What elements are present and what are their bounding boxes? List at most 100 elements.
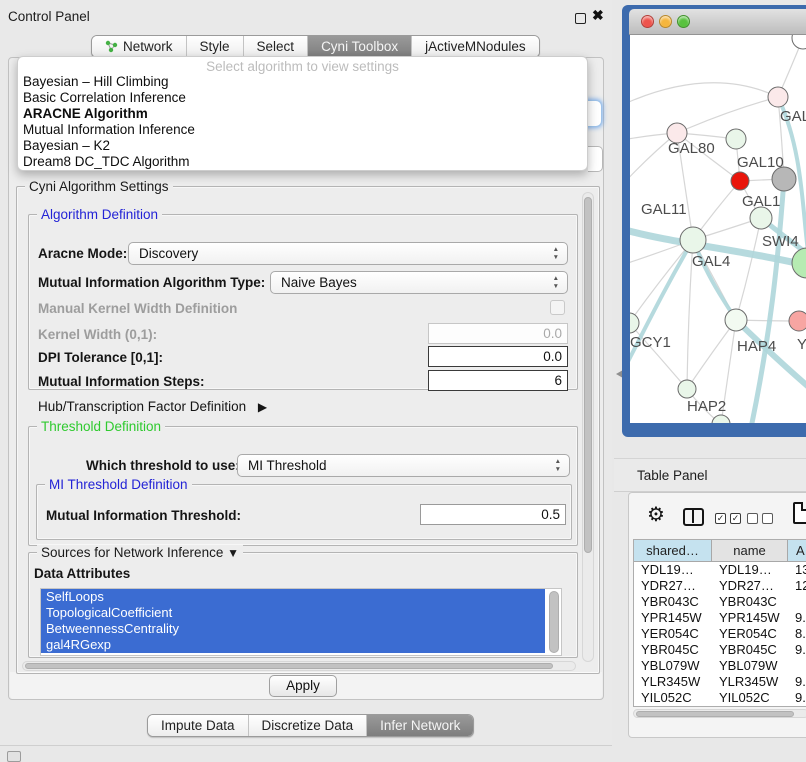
algorithm-option[interactable]: Mutual Information Inference — [18, 122, 587, 138]
table-cell[interactable]: YDL19… — [634, 562, 712, 578]
table-cell[interactable]: YLR345W — [634, 674, 712, 690]
table-cell[interactable] — [788, 658, 806, 674]
table-hscrollbar-thumb[interactable] — [636, 711, 794, 717]
column-header-clipped[interactable]: A — [788, 540, 806, 562]
node-bottom[interactable] — [712, 415, 730, 423]
settings-scrollbar-track[interactable] — [582, 192, 594, 662]
table-cell[interactable]: YBL079W — [712, 658, 788, 674]
deselect-all-icon[interactable] — [747, 513, 773, 524]
attribute-item[interactable]: gal4RGexp — [41, 637, 545, 653]
mi-steps-field[interactable]: 6 — [428, 370, 568, 391]
collapsed-panel-icon[interactable] — [7, 751, 21, 762]
network-edge[interactable] — [687, 320, 736, 389]
network-edge[interactable] — [677, 97, 778, 133]
document-icon[interactable] — [793, 502, 806, 524]
table-row[interactable]: YIL052CYIL052C9. — [634, 690, 806, 702]
network-edge[interactable] — [630, 323, 687, 389]
table-cell[interactable]: YBR043C — [634, 594, 712, 610]
table-cell[interactable]: YBR045C — [712, 642, 788, 658]
network-edge-thick[interactable] — [630, 240, 693, 373]
table-cell[interactable]: 9. — [788, 610, 806, 626]
mi-threshold-field[interactable]: 0.5 — [420, 504, 566, 525]
tab-jactivemnodules[interactable]: jActiveMNodules — [411, 36, 539, 57]
node-salmon[interactable] — [789, 311, 806, 331]
window-close-button[interactable] — [641, 15, 654, 28]
table-cell[interactable]: 9. — [788, 690, 806, 702]
table-row[interactable]: YER054CYER054C8. — [634, 626, 806, 642]
gear-icon[interactable]: ⚙ — [647, 502, 665, 527]
tab-network[interactable]: Network — [92, 36, 186, 57]
table-cell[interactable]: YBL079W — [634, 658, 712, 674]
table-cell[interactable]: YER054C — [634, 626, 712, 642]
node-gal10[interactable] — [726, 129, 746, 149]
hub-definition-disclosure[interactable]: Hub/Transcription Factor Definition ▶ — [38, 399, 267, 414]
select-all-icon[interactable]: ✓ ✓ — [715, 513, 741, 524]
node-gal1[interactable] — [750, 207, 772, 229]
table-cell[interactable]: YIL052C — [634, 690, 712, 702]
tab-select[interactable]: Select — [243, 36, 308, 57]
attribute-item[interactable]: BetweennessCentrality — [41, 621, 545, 637]
tab-cyni-toolbox[interactable]: Cyni Toolbox — [307, 36, 411, 57]
table-cell[interactable]: YPR145W — [712, 610, 788, 626]
column-header-shared-name[interactable]: shared… — [634, 540, 712, 562]
node-unlabeled[interactable] — [792, 35, 806, 49]
table-cell[interactable]: YER054C — [712, 626, 788, 642]
table-cell[interactable]: 9. — [788, 642, 806, 658]
table-cell[interactable]: YDR27… — [634, 578, 712, 594]
aracne-mode-combobox[interactable]: Discovery ▲▼ — [128, 242, 568, 265]
tab-style[interactable]: Style — [186, 36, 243, 57]
table-cell[interactable]: YDL19… — [712, 562, 788, 578]
node-gal4[interactable] — [680, 227, 706, 253]
columns-icon[interactable] — [683, 508, 704, 526]
attribute-item[interactable]: TopologicalCoefficient — [41, 605, 545, 621]
algorithm-option[interactable]: Basic Correlation Inference — [18, 90, 587, 106]
apply-button[interactable]: Apply — [269, 675, 337, 697]
algorithm-option[interactable]: ARACNE Algorithm — [18, 106, 587, 122]
table-cell[interactable]: YLR345W — [712, 674, 788, 690]
tab-impute-data[interactable]: Impute Data — [148, 715, 248, 736]
column-header-name[interactable]: name — [712, 540, 788, 562]
mi-algorithm-type-combobox[interactable]: Naive Bayes ▲▼ — [270, 271, 568, 294]
node-gal2[interactable] — [768, 87, 788, 107]
algorithm-option[interactable]: Bayesian – Hill Climbing — [18, 74, 587, 90]
node-hap2[interactable] — [678, 380, 696, 398]
settings-hscrollbar-track[interactable] — [22, 661, 576, 671]
kernel-width-field[interactable]: 0.0 — [428, 323, 568, 344]
node-hap4[interactable] — [725, 309, 747, 331]
tab-discretize-data[interactable]: Discretize Data — [248, 715, 367, 736]
table-cell[interactable]: 12 — [788, 578, 806, 594]
table-row[interactable]: YDR27…YDR27…12 — [634, 578, 806, 594]
table-cell[interactable] — [788, 594, 806, 610]
network-edge-thick[interactable] — [736, 320, 806, 395]
algorithm-option[interactable]: Bayesian – K2 — [18, 138, 587, 154]
network-edge[interactable] — [736, 218, 761, 320]
table-row[interactable]: YDL19…YDL19…13 — [634, 562, 806, 578]
algorithm-option[interactable]: Dream8 DC_TDC Algorithm — [18, 154, 587, 170]
table-row[interactable]: YLR345WYLR345W9. — [634, 674, 806, 690]
table-hscrollbar-track[interactable] — [633, 709, 806, 718]
table-row[interactable]: YPR145WYPR145W9. — [634, 610, 806, 626]
table-cell[interactable]: YBR045C — [634, 642, 712, 658]
close-panel-button[interactable]: ✖ — [592, 7, 604, 24]
sources-disclosure[interactable]: Sources for Network Inference ▼ — [37, 545, 243, 560]
data-attributes-list[interactable]: SelfLoopsTopologicalCoefficientBetweenne… — [40, 588, 562, 656]
settings-scrollbar-thumb[interactable] — [584, 197, 592, 553]
table-row[interactable]: YBR045CYBR045C9. — [634, 642, 806, 658]
network-edge[interactable] — [630, 83, 778, 105]
table-cell[interactable]: YBR043C — [712, 594, 788, 610]
table-row[interactable]: YBL079WYBL079W — [634, 658, 806, 674]
table-cell[interactable]: 8. — [788, 626, 806, 642]
table-cell[interactable]: 13 — [788, 562, 806, 578]
float-window-button[interactable] — [575, 13, 586, 24]
table-cell[interactable]: YIL052C — [712, 690, 788, 702]
attributes-scrollbar-thumb[interactable] — [549, 591, 559, 653]
table-row[interactable]: YBR043CYBR043C — [634, 594, 806, 610]
window-minimize-button[interactable] — [659, 15, 672, 28]
dpi-tolerance-field[interactable]: 0.0 — [428, 346, 568, 367]
tab-infer-network[interactable]: Infer Network — [366, 715, 473, 736]
which-threshold-combobox[interactable]: MI Threshold ▲▼ — [237, 454, 570, 477]
table-cell[interactable]: 9. — [788, 674, 806, 690]
node-swi4[interactable] — [792, 248, 806, 278]
window-zoom-button[interactable] — [677, 15, 690, 28]
table-cell[interactable]: YDR27… — [712, 578, 788, 594]
